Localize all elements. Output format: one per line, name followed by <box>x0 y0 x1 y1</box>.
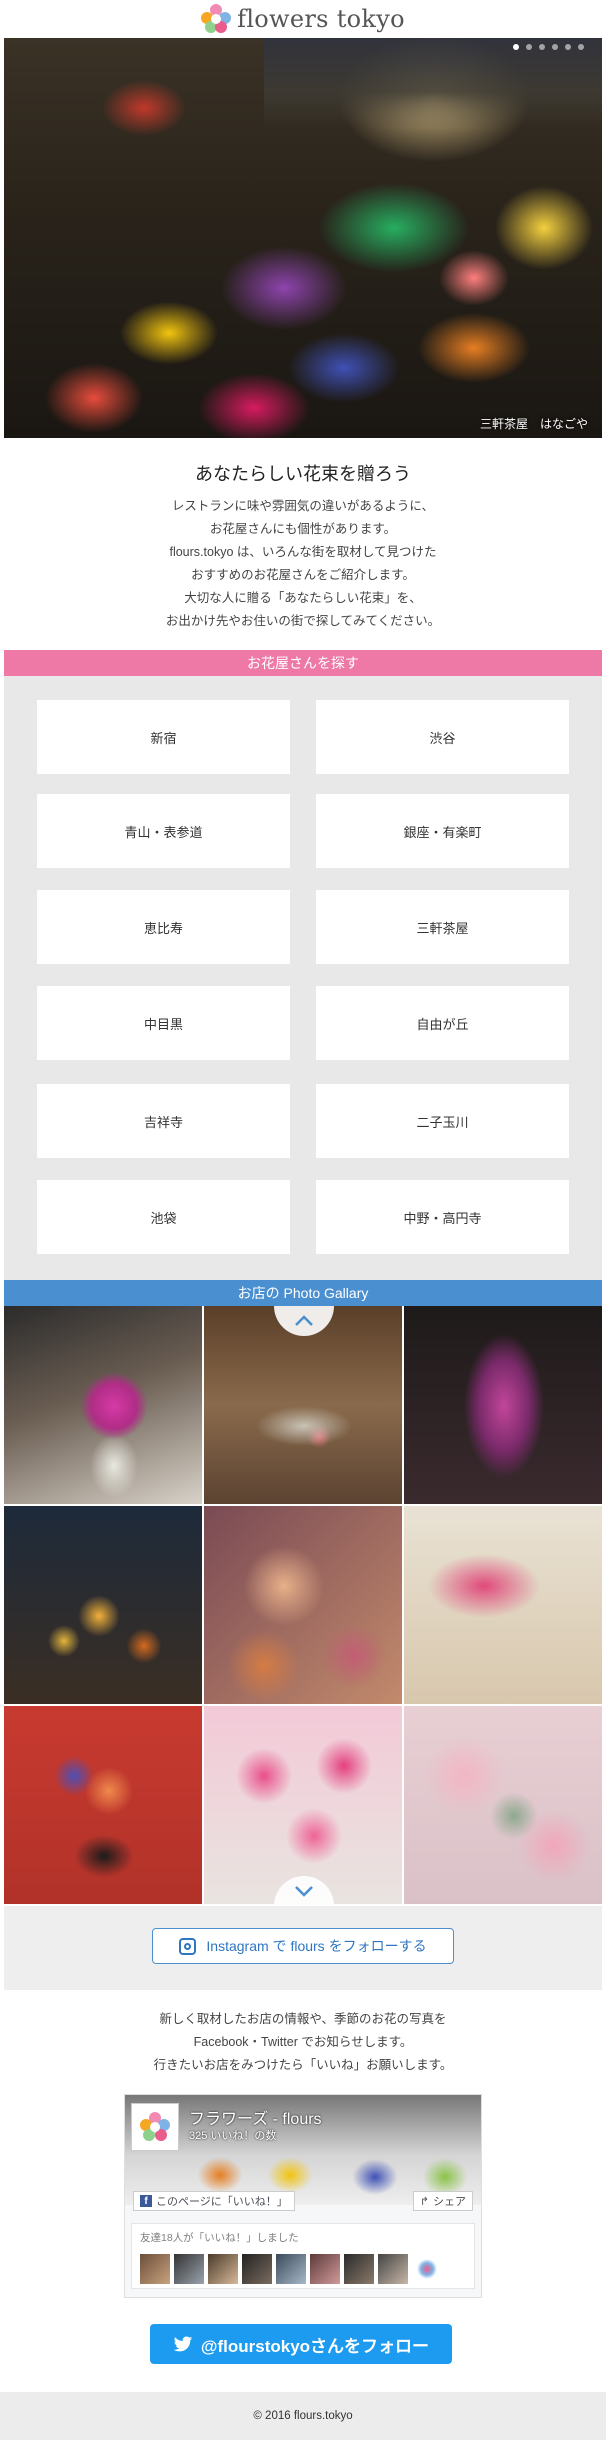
friend-avatar[interactable] <box>378 2254 408 2284</box>
intro-line: お出かけ先やお住いの街で探してみてください。 <box>165 614 441 628</box>
sns-line: 行きたいお店をみつけたら「いいね」お願いします。 <box>153 2058 453 2072</box>
sns-description: 新しく取材したお店の情報や、季節のお花の写真を Facebook・Twitter… <box>0 2008 606 2077</box>
friend-avatar[interactable] <box>310 2254 340 2284</box>
area-button-jiyugaoka[interactable]: 自由が丘 <box>316 986 569 1060</box>
intro-text: レストランに味や雰囲気の違いがあるように、 お花屋さんにも個性があります。 fl… <box>0 495 606 633</box>
intro-line: お花屋さんにも個性があります。 <box>209 522 397 536</box>
gallery-photo-5[interactable] <box>204 1506 402 1704</box>
facebook-like-button[interactable]: f このページに「いいね！」 <box>133 2191 295 2211</box>
area-button-aoyama[interactable]: 青山・表参道 <box>37 794 290 868</box>
site-logo-text[interactable]: flowers tokyo <box>237 5 405 33</box>
gallery-photo-9[interactable] <box>404 1706 602 1904</box>
area-button-ginza[interactable]: 銀座・有楽町 <box>316 794 569 868</box>
gallery-photo-1[interactable] <box>4 1306 202 1504</box>
facebook-friends-box: 友達18人が「いいね！」しました <box>131 2223 475 2289</box>
area-button-ikebukuro[interactable]: 池袋 <box>37 1180 290 1254</box>
chevron-down-icon <box>295 1886 313 1897</box>
friend-avatar[interactable] <box>412 2254 442 2284</box>
hero-slideshow[interactable]: 三軒茶屋 はなごや <box>4 38 602 438</box>
chevron-up-icon <box>295 1315 313 1326</box>
hero-caption: 三軒茶屋 はなごや <box>479 417 588 431</box>
hero-image-canopy <box>264 38 602 128</box>
area-button-kichijoji[interactable]: 吉祥寺 <box>37 1084 290 1158</box>
facebook-like-label: このページに「いいね！」 <box>156 2196 288 2208</box>
sns-line: Facebook・Twitter でお知らせします。 <box>193 2035 413 2049</box>
slide-indicator <box>513 44 584 50</box>
twitter-follow-button[interactable]: @flourstokyoさんをフォロー <box>150 2324 452 2364</box>
intro-line: flours.tokyo は、いろんな街を取材して見つけた <box>169 545 437 559</box>
flower-logo-icon[interactable] <box>201 4 232 34</box>
copyright-text: © 2016 flours.tokyo <box>253 2410 353 2422</box>
slide-dot-5[interactable] <box>565 44 571 50</box>
gallery-photo-3[interactable] <box>404 1306 602 1504</box>
twitter-follow-label: @flourstokyoさんをフォロー <box>200 2336 430 2356</box>
intro-line: レストランに味や雰囲気の違いがあるように、 <box>171 499 435 513</box>
friend-avatar[interactable] <box>276 2254 306 2284</box>
area-button-sangenjaya[interactable]: 三軒茶屋 <box>316 890 569 964</box>
area-button-futakotamagawa[interactable]: 二子玉川 <box>316 1084 569 1158</box>
slide-dot-3[interactable] <box>539 44 545 50</box>
share-icon: ↱ <box>419 2195 429 2208</box>
facebook-share-label: シェア <box>433 2196 466 2208</box>
gallery-photo-8[interactable] <box>204 1706 402 1904</box>
facebook-icon: f <box>140 2195 152 2207</box>
slide-dot-1[interactable] <box>513 44 519 50</box>
area-button-nakameguro[interactable]: 中目黒 <box>37 986 290 1060</box>
facebook-page-widget: フラワーズ - flours 325 いいね！の数 f このページに「いいね！」… <box>124 2094 482 2298</box>
instagram-section: Instagram で flours をフォローする <box>4 1906 602 1990</box>
friend-avatar[interactable] <box>344 2254 374 2284</box>
intro-line: 大切な人に贈る「あなたらしい花束」を、 <box>184 591 422 605</box>
site-footer: © 2016 flours.tokyo <box>0 2392 606 2440</box>
slide-dot-2[interactable] <box>526 44 532 50</box>
slide-dot-4[interactable] <box>552 44 558 50</box>
twitter-bird-icon <box>173 2336 193 2351</box>
instagram-follow-label: Instagram で flours をフォローする <box>206 1938 427 1954</box>
flower-logo-icon <box>140 2112 170 2141</box>
facebook-page-name[interactable]: フラワーズ - flours <box>189 2105 322 2129</box>
gallery-photo-6[interactable] <box>404 1506 602 1704</box>
area-button-ebisu[interactable]: 恵比寿 <box>37 890 290 964</box>
intro-line: おすすめのお花屋さんをご紹介します。 <box>191 568 415 582</box>
instagram-icon <box>179 1937 197 1955</box>
friend-avatar[interactable] <box>242 2254 272 2284</box>
facebook-share-button[interactable]: ↱ シェア <box>412 2191 473 2211</box>
slide-dot-6[interactable] <box>578 44 584 50</box>
area-button-shibuya[interactable]: 渋谷 <box>316 700 569 774</box>
photo-gallery <box>4 1306 602 1906</box>
gallery-photo-7[interactable] <box>4 1706 202 1904</box>
friend-avatar[interactable] <box>208 2254 238 2284</box>
facebook-like-count: 325 いいね！の数 <box>189 2130 277 2142</box>
facebook-page-avatar[interactable] <box>131 2103 179 2151</box>
friend-avatar[interactable] <box>140 2254 170 2284</box>
find-shops-heading: お花屋さんを探す <box>4 650 602 676</box>
area-button-shinjuku[interactable]: 新宿 <box>37 700 290 774</box>
instagram-follow-button[interactable]: Instagram で flours をフォローする <box>152 1928 454 1964</box>
gallery-photo-4[interactable] <box>4 1506 202 1704</box>
gallery-heading: お店の Photo Gallary <box>4 1280 602 1306</box>
friend-avatar[interactable] <box>174 2254 204 2284</box>
facebook-friends-text: 友達18人が「いいね！」しました <box>140 2232 299 2244</box>
area-grid: 新宿 渋谷 青山・表参道 銀座・有楽町 恵比寿 三軒茶屋 中目黒 自由が丘 吉祥… <box>4 676 602 1280</box>
site-header: flowers tokyo <box>0 0 606 38</box>
area-button-nakano[interactable]: 中野・高円寺 <box>316 1180 569 1254</box>
sns-line: 新しく取材したお店の情報や、季節のお花の写真を <box>159 2012 447 2026</box>
intro-title: あなたらしい花束を贈ろう <box>195 464 411 484</box>
